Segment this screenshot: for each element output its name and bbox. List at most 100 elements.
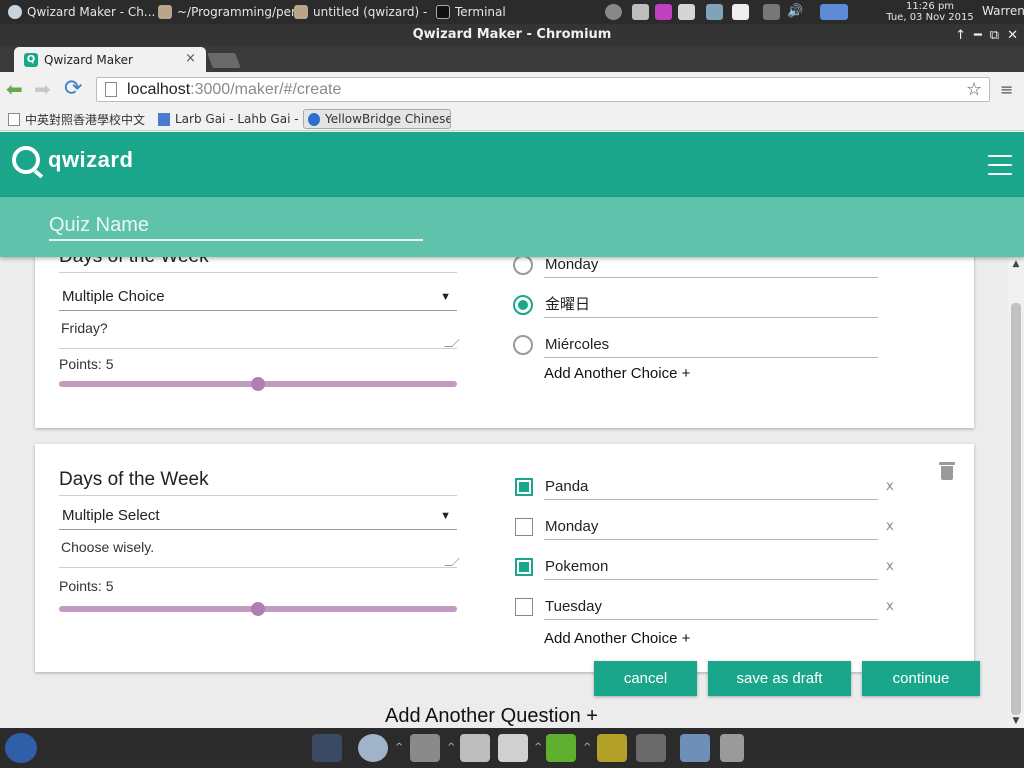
cancel-button[interactable]: cancel [594, 661, 697, 696]
question-title-input[interactable]: Days of the Week [59, 466, 457, 496]
new-tab-button[interactable] [207, 53, 241, 68]
trash-dock-icon[interactable] [720, 734, 744, 762]
choice-text-input[interactable]: Monday [544, 257, 878, 278]
network-tray-icon[interactable] [605, 4, 622, 20]
question-description-value: Friday? [61, 320, 108, 336]
add-choice-button[interactable]: Add Another Choice + [544, 630, 690, 647]
bookmark-item[interactable]: 中英對照香港學校中文 [8, 109, 150, 129]
chromium-dock-icon[interactable] [358, 734, 388, 762]
bookmark-label: YellowBridge Chinese-E [325, 112, 451, 126]
points-label: Points: 5 [59, 578, 114, 594]
text-editor-icon[interactable] [498, 734, 528, 762]
bookmark-item[interactable]: Larb Gai - Lahb Gai - L [158, 109, 298, 129]
user-name[interactable]: Warren [982, 4, 1024, 18]
chevron-up-icon: ^ [447, 742, 456, 753]
desktop-icon[interactable] [312, 734, 342, 762]
choice-text-input[interactable]: Pokemon [544, 554, 878, 580]
qwizard-logo[interactable]: qwizard [12, 146, 133, 174]
bookmark-item[interactable]: YellowBridge Chinese-E [303, 109, 451, 129]
question-description-input[interactable]: Friday? [59, 317, 460, 349]
choice-text-input[interactable]: Tuesday [544, 594, 878, 620]
choice-checkbox[interactable] [515, 558, 533, 576]
bookmark-star-icon[interactable]: ☆ [966, 79, 982, 100]
system-clock[interactable]: 11:26 pm Tue, 03 Nov 2015 [880, 1, 980, 23]
folder-icon[interactable] [680, 734, 710, 762]
save-draft-button[interactable]: save as draft [708, 661, 851, 696]
choice-text-input[interactable]: Monday [544, 514, 878, 540]
choice-text-input[interactable]: Panda [544, 474, 878, 500]
choice-text-input[interactable]: Miércoles [544, 332, 878, 358]
download-tray-icon[interactable] [655, 4, 672, 20]
add-question-button[interactable]: Add Another Question + [385, 705, 598, 728]
continue-button[interactable]: continue [862, 661, 980, 696]
doc-icon [158, 112, 170, 126]
document-viewer-icon[interactable] [460, 734, 490, 762]
browser-menu-icon[interactable]: ≡ [1000, 80, 1013, 99]
question-list: Days of the Week Multiple Choice ▼ Frida… [0, 257, 1008, 728]
taskbar-task-terminal[interactable]: Terminal [430, 0, 550, 24]
window-controls: ↑ ━ ⧉ ✕ [955, 24, 1018, 46]
add-choice-button[interactable]: Add Another Choice + [544, 365, 690, 382]
scroll-down-icon[interactable]: ▼ [1008, 716, 1024, 726]
address-bar[interactable]: localhost:3000/maker/#/create [96, 77, 990, 102]
forward-arrow-icon[interactable]: ➡ [34, 78, 51, 100]
hamburger-menu-icon[interactable] [988, 155, 1012, 175]
window-close-button[interactable]: ✕ [1007, 28, 1018, 43]
scrollbar-thumb[interactable] [1011, 303, 1021, 715]
remove-choice-icon[interactable]: x [886, 599, 894, 614]
taskbar-task-chromium[interactable]: Qwizard Maker - Ch... [2, 0, 162, 24]
question-type-select[interactable]: Multiple Select ▼ [59, 504, 457, 530]
resize-grip-icon[interactable] [444, 558, 460, 566]
scroll-up-icon[interactable]: ▲ [1008, 259, 1024, 269]
question-card: Days of the Week Multiple Choice ▼ Frida… [35, 257, 974, 428]
window-above-button[interactable]: ↑ [955, 28, 966, 43]
notes-tray-icon[interactable] [732, 4, 749, 20]
display-tray-icon[interactable] [763, 4, 780, 20]
trash-icon[interactable] [939, 462, 955, 480]
choice-radio[interactable] [513, 295, 533, 315]
volume-icon[interactable]: 🔊 [787, 4, 804, 20]
gimp-icon[interactable] [636, 734, 666, 762]
resize-grip-icon[interactable] [444, 339, 460, 347]
quiz-name-input[interactable] [49, 211, 423, 241]
calculator-icon[interactable] [410, 734, 440, 762]
windows-tray-icon[interactable] [678, 4, 695, 20]
window-maximize-button[interactable]: ⧉ [990, 28, 999, 43]
remove-choice-icon[interactable]: x [886, 559, 894, 574]
choice-radio[interactable] [513, 335, 533, 355]
taskbar-task-editor[interactable]: ~/Programming/per... [152, 0, 296, 24]
choice-checkbox[interactable] [515, 518, 533, 536]
yellowbridge-icon [308, 112, 320, 126]
app-header [0, 132, 1024, 197]
choice-radio[interactable] [513, 257, 533, 275]
os-top-panel: Qwizard Maker - Ch... ~/Programming/per.… [0, 0, 1024, 24]
tab-close-icon[interactable]: × [185, 51, 196, 66]
reload-icon[interactable]: ⟳ [64, 78, 82, 100]
page-scrollbar[interactable]: ▲ ▼ [1008, 257, 1024, 728]
start-menu-icon[interactable] [5, 733, 37, 763]
remove-choice-icon[interactable]: x [886, 519, 894, 534]
chromium-tray-icon[interactable] [820, 4, 848, 20]
taskbar-task-label: Terminal [455, 5, 506, 19]
taskbar-task-untitled[interactable]: untitled (qwizard) - ... [288, 0, 432, 24]
terminal-dock-icon[interactable] [546, 734, 576, 762]
question-description-input[interactable]: Choose wisely. [59, 536, 460, 568]
choice-checkbox[interactable] [515, 598, 533, 616]
back-arrow-icon[interactable]: ⬅ [6, 78, 23, 100]
question-title-input[interactable]: Days of the Week [59, 257, 457, 273]
question-type-value: Multiple Select [62, 507, 160, 524]
window-minimize-button[interactable]: ━ [974, 28, 982, 43]
slider-thumb[interactable] [251, 602, 265, 616]
question-description-value: Choose wisely. [61, 539, 155, 555]
music-player-icon[interactable] [597, 734, 627, 762]
question-type-select[interactable]: Multiple Choice ▼ [59, 285, 457, 311]
browser-tab-qwizard[interactable]: Q Qwizard Maker × [14, 47, 206, 72]
wifi-tray-icon[interactable] [706, 4, 723, 20]
points-slider[interactable] [59, 377, 457, 391]
choice-checkbox[interactable] [515, 478, 533, 496]
choice-text-input[interactable]: 金曜日 [544, 292, 878, 318]
camera-tray-icon[interactable] [632, 4, 649, 20]
points-slider[interactable] [59, 602, 457, 616]
slider-thumb[interactable] [251, 377, 265, 391]
remove-choice-icon[interactable]: x [886, 479, 894, 494]
